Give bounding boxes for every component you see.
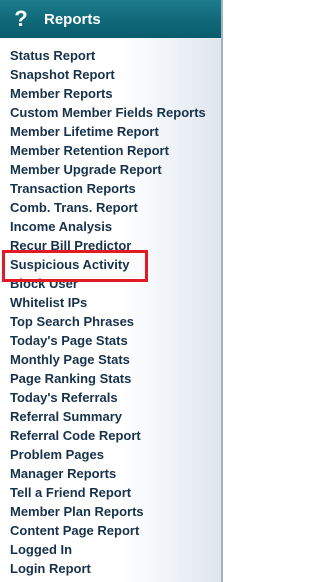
reports-header[interactable]: ? Reports	[0, 0, 221, 38]
menu-item-member-reports[interactable]: Member Reports	[0, 84, 221, 103]
menu-item-whitelist-ips[interactable]: Whitelist IPs	[0, 293, 221, 312]
menu-item-member-plan-reports[interactable]: Member Plan Reports	[0, 502, 221, 521]
menu-item-suspicious-activity[interactable]: Suspicious Activity	[0, 255, 221, 274]
menu-item-member-lifetime-report[interactable]: Member Lifetime Report	[0, 122, 221, 141]
question-mark-icon: ?	[14, 6, 28, 31]
menu-item-manager-reports[interactable]: Manager Reports	[0, 464, 221, 483]
menu-item-referral-code-report[interactable]: Referral Code Report	[0, 426, 221, 445]
menu-item-monthly-page-stats[interactable]: Monthly Page Stats	[0, 350, 221, 369]
menu-item-snapshot-report[interactable]: Snapshot Report	[0, 65, 221, 84]
menu-item-content-page-report[interactable]: Content Page Report	[0, 521, 221, 540]
menu-item-recur-bill-predictor[interactable]: Recur Bill Predictor	[0, 236, 221, 255]
reports-menu: Status Report Snapshot Report Member Rep…	[0, 46, 221, 578]
menu-item-login-report[interactable]: Login Report	[0, 559, 221, 578]
menu-item-status-report[interactable]: Status Report	[0, 46, 221, 65]
menu-item-logged-in[interactable]: Logged In	[0, 540, 221, 559]
menu-item-income-analysis[interactable]: Income Analysis	[0, 217, 221, 236]
header-title: Reports	[44, 10, 101, 28]
menu-item-custom-member-fields-reports[interactable]: Custom Member Fields Reports	[0, 103, 221, 122]
menu-item-transaction-reports[interactable]: Transaction Reports	[0, 179, 221, 198]
menu-item-top-search-phrases[interactable]: Top Search Phrases	[0, 312, 221, 331]
menu-item-todays-referrals[interactable]: Today's Referrals	[0, 388, 221, 407]
menu-item-referral-summary[interactable]: Referral Summary	[0, 407, 221, 426]
menu-item-problem-pages[interactable]: Problem Pages	[0, 445, 221, 464]
menu-item-member-retention-report[interactable]: Member Retention Report	[0, 141, 221, 160]
menu-item-comb-trans-report[interactable]: Comb. Trans. Report	[0, 198, 221, 217]
menu-item-block-user[interactable]: Block User	[0, 274, 221, 293]
reports-sidebar: ? Reports Status Report Snapshot Report …	[0, 0, 223, 582]
menu-item-tell-a-friend-report[interactable]: Tell a Friend Report	[0, 483, 221, 502]
menu-item-page-ranking-stats[interactable]: Page Ranking Stats	[0, 369, 221, 388]
menu-item-todays-page-stats[interactable]: Today's Page Stats	[0, 331, 221, 350]
menu-item-member-upgrade-report[interactable]: Member Upgrade Report	[0, 160, 221, 179]
